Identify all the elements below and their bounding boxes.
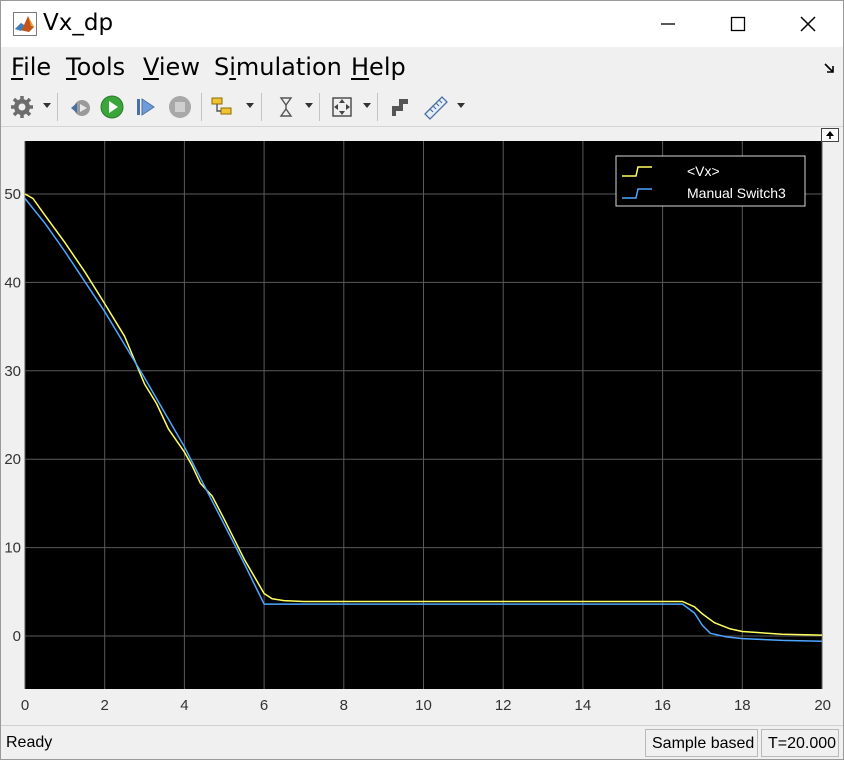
trigger-button[interactable] [271,92,301,122]
menu-file[interactable]: File [11,53,51,81]
menu-view-label: iew [158,53,200,81]
scope-plot[interactable]: 0 2 4 6 8 10 12 14 16 18 20 0 10 20 30 40 50 <Vx> Manual… [1,128,843,722]
expand-icon[interactable] [821,128,839,142]
menu-bar: File Tools View Simulation Help [1,47,843,87]
x-tick-label: 20 [814,697,831,714]
toolbar-separator [319,93,320,121]
y-tick-labels: 0 10 20 30 40 50 [4,186,21,645]
zoom-fit-icon [332,97,352,117]
style-icon [392,99,408,116]
highlight-block-icon [211,97,232,115]
run-button[interactable] [97,92,127,122]
y-tick-label: 0 [13,628,21,645]
gear-icon [11,96,33,118]
minimize-icon [661,23,675,25]
x-tick-label: 16 [654,697,671,714]
step-forward-button[interactable] [131,92,161,122]
x-tick-label: 4 [180,697,188,714]
y-tick-label: 50 [4,186,21,203]
menu-view[interactable]: View [143,53,200,81]
close-button[interactable] [773,1,843,47]
minimize-button[interactable] [633,1,703,47]
chevron-down-icon[interactable] [457,103,465,109]
toolbar [1,87,843,127]
step-back-button[interactable] [65,92,95,122]
configuration-button[interactable] [7,92,37,122]
step-back-icon [71,100,90,116]
menu-help[interactable]: Help [351,53,406,81]
dock-arrow-icon[interactable] [823,61,837,75]
status-time: T=20.000 [761,729,839,757]
maximize-icon [730,16,746,32]
highlight-block-button[interactable] [207,92,237,122]
menu-tools-label: ools [76,53,126,81]
matlab-logo-icon [13,12,37,36]
menu-help-label: elp [369,53,406,81]
menu-simulation[interactable]: Simulation [214,53,342,81]
scope-window: Vx_dp File Tools View Simulation Help 0 … [0,0,844,760]
menu-simulation-accel: i [229,53,236,81]
chevron-down-icon[interactable] [43,103,51,109]
chevron-down-icon[interactable] [363,103,371,109]
toolbar-separator [377,93,378,121]
menu-view-accel: V [143,53,159,81]
menu-tools[interactable]: Tools [66,53,125,81]
stop-button[interactable] [165,92,195,122]
toolbar-separator [57,93,58,121]
status-mode: Sample based [645,729,758,757]
window-title: Vx_dp [43,10,114,36]
zoom-fit-button[interactable] [327,92,357,122]
style-button[interactable] [385,92,415,122]
menu-file-accel: F [11,53,24,81]
measure-icon [424,96,448,120]
x-tick-label: 18 [734,697,751,714]
step-forward-icon [137,98,155,116]
trigger-icon [279,97,293,117]
y-tick-label: 20 [4,451,21,468]
maximize-button[interactable] [703,1,773,47]
chevron-down-icon[interactable] [305,103,313,109]
x-tick-labels: 0 2 4 6 8 10 12 14 16 18 20 [21,697,831,714]
legend-entry-label: <Vx> [687,163,720,179]
y-tick-label: 30 [4,363,21,380]
x-tick-label: 6 [260,697,268,714]
menu-simulation-pre: S [214,53,230,81]
y-tick-label: 40 [4,274,21,291]
menu-file-label: ile [23,53,52,81]
close-icon [800,16,816,32]
status-bar: Ready Sample based T=20.000 [1,725,843,759]
x-tick-label: 8 [340,697,348,714]
legend-entry-label: Manual Switch3 [687,185,786,201]
status-text: Ready [6,734,53,751]
y-tick-label: 10 [4,540,21,557]
legend[interactable]: <Vx> Manual Switch3 [615,155,806,207]
chevron-down-icon[interactable] [246,103,254,109]
run-icon [100,95,124,119]
x-tick-label: 10 [415,697,432,714]
title-bar[interactable]: Vx_dp [1,1,843,47]
toolbar-separator [261,93,262,121]
measure-button[interactable] [421,92,451,122]
menu-tools-accel: T [66,53,77,81]
x-tick-label: 12 [495,697,512,714]
x-tick-label: 0 [21,697,29,714]
menu-help-accel: H [351,53,370,81]
x-tick-label: 14 [575,697,592,714]
stop-icon [169,96,191,118]
menu-simulation-label: mulation [235,53,342,81]
scope-display[interactable]: 0 2 4 6 8 10 12 14 16 18 20 0 10 20 30 40 50 <Vx> Manual… [1,128,843,722]
toolbar-separator [201,93,202,121]
x-tick-label: 2 [101,697,109,714]
